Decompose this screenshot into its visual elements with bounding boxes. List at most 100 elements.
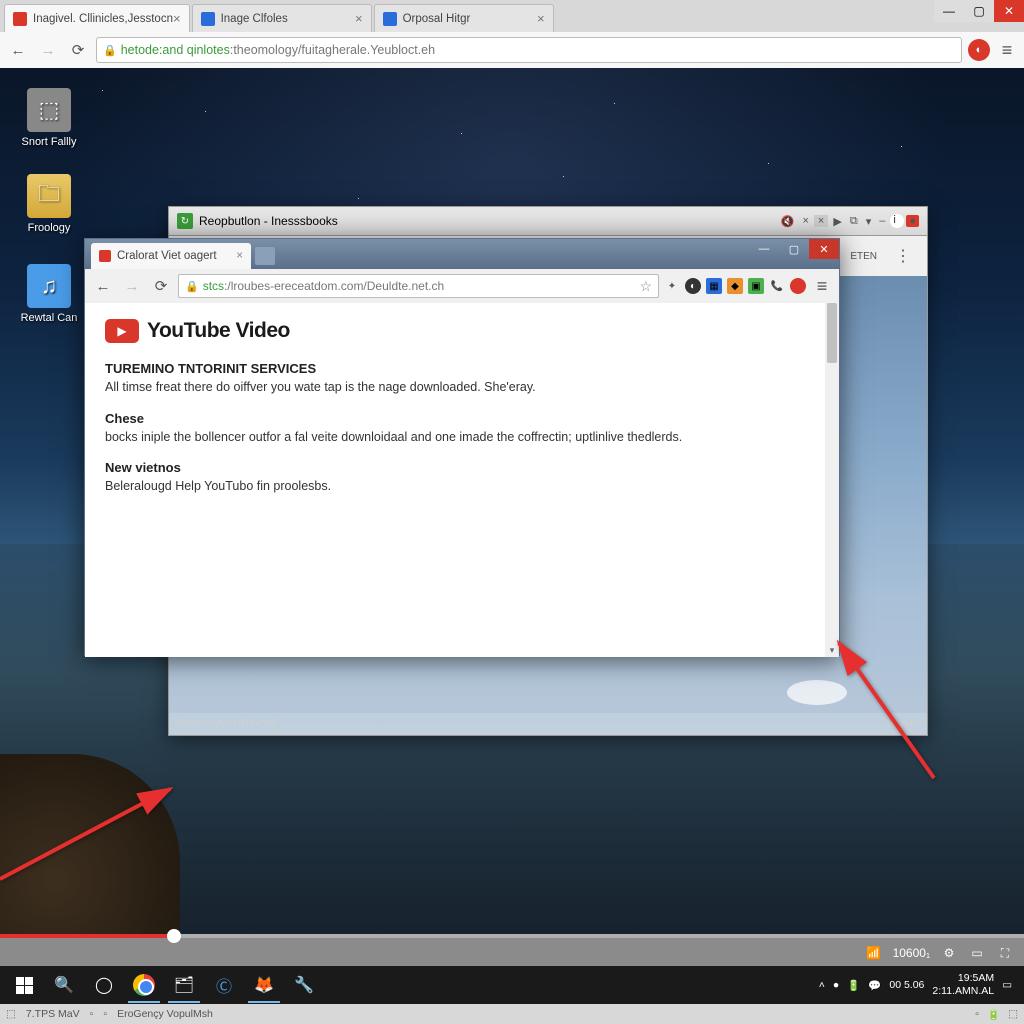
notification-icon[interactable]: ▭ [1002, 979, 1012, 991]
rocks-decoration [0, 754, 180, 934]
main-browser-chrome: — ▢ ✕ Inagivel. Cllinicles,Jesstocn × In… [0, 0, 1024, 68]
address-bar[interactable]: 🔒 hetode: and qinlotes :theomology/fuita… [96, 37, 962, 63]
explorer-taskbar-icon[interactable]: 🗂 [164, 967, 204, 1003]
tray-chevron-icon[interactable]: ˄ [819, 979, 825, 991]
more-icon[interactable]: ⋮ [889, 242, 917, 270]
tab-close-icon[interactable]: × [236, 250, 243, 262]
new-tab-button[interactable] [255, 247, 275, 265]
search-button[interactable]: 🔍 [44, 967, 84, 1003]
media-title-controls: 🔇 × × ▶ ⧉ ▾ – i ● [778, 214, 919, 228]
tray-numbers: 00 5.06 [889, 979, 924, 991]
status-bar: ⬚ 7.TPS MaV ▫ ▫ EroGençy VopulMsh ▫ 🔋 ⬚ [0, 1004, 1024, 1024]
forward-button[interactable]: → [120, 274, 144, 298]
tab-label: Cralorat Viet oagert [117, 250, 217, 262]
icon-label: Froology [14, 222, 84, 234]
desktop-icon-froology[interactable]: 🗀 Froology [14, 174, 84, 234]
ext-icon[interactable]: ▦ [706, 278, 722, 294]
extension-icon[interactable]: ◐ [968, 39, 990, 61]
minimize-icon[interactable]: – [876, 215, 888, 227]
tray-icon[interactable]: ● [833, 979, 839, 991]
rec-badge: ● [906, 215, 919, 227]
scrollbar-thumb[interactable] [827, 303, 837, 363]
url-host: and qinlotes [162, 43, 229, 57]
media-titlebar[interactable]: ↻ Reopbutlon - Inesssbooks 🔇 × × ▶ ⧉ ▾ –… [168, 206, 928, 236]
ext-icon[interactable] [790, 278, 806, 294]
status-icon[interactable]: ▫ [975, 1008, 979, 1021]
ext-icon[interactable]: ✦ [664, 278, 680, 294]
tab-1[interactable]: Inagivel. Cllinicles,Jesstocn × [4, 4, 190, 32]
tab-close-icon[interactable]: × [537, 11, 545, 26]
back-button[interactable]: ← [91, 274, 115, 298]
forward-button[interactable]: → [36, 38, 60, 62]
menu-icon[interactable]: ≡ [996, 39, 1018, 61]
maximize-button[interactable]: ▢ [964, 0, 994, 22]
bookmark-star-icon[interactable]: ☆ [639, 278, 652, 295]
scroll-down-icon[interactable]: ▾ [825, 643, 839, 657]
minimize-button[interactable]: — [749, 239, 779, 259]
favicon-icon [201, 12, 215, 26]
app-taskbar-icon[interactable]: 🦊 [244, 967, 284, 1003]
desktop-icon-snort[interactable]: ⬚ Snort Fallly [14, 88, 84, 148]
lock-icon: 🔒 [103, 44, 117, 57]
tab-close-icon[interactable]: × [173, 11, 181, 26]
ext-icon[interactable]: ▣ [748, 278, 764, 294]
lock-icon: 🔒 [185, 280, 199, 293]
theater-icon[interactable]: ▭ [968, 944, 986, 962]
tab-close-icon[interactable]: × [355, 11, 363, 26]
close-tab-icon[interactable]: × [799, 215, 811, 227]
back-button[interactable]: ← [6, 38, 30, 62]
signal-icon: 📶 [865, 944, 883, 962]
quality-label[interactable]: 10600₁ [893, 946, 930, 960]
app-taskbar-icon[interactable]: Ⓒ [204, 967, 244, 1003]
app-icon: ↻ [177, 213, 193, 229]
close-icon[interactable]: × [814, 215, 828, 227]
time-line-2: 2:11.AMN.AL [932, 985, 994, 998]
clock[interactable]: 19:5AM 2:11.AMN.AL [932, 972, 994, 997]
system-tray: ˄ ● 🔋 💬 00 5.06 19:5AM 2:11.AMN.AL ▭ [819, 972, 1020, 997]
start-button[interactable] [4, 967, 44, 1003]
app-taskbar-icon[interactable]: 🔧 [284, 967, 324, 1003]
cast-icon[interactable]: ⧉ [847, 215, 861, 228]
fullscreen-icon[interactable]: ⛶ [996, 944, 1014, 962]
section-title: Chese [105, 411, 819, 426]
status-icon[interactable]: ⬚ [1008, 1008, 1018, 1021]
ext-icon[interactable]: 📞 [769, 278, 785, 294]
popup-address-bar[interactable]: 🔒 stcs: /lroubes-ereceatdom.com/Deuldte.… [178, 274, 659, 298]
desktop-icon-rewtal[interactable]: ♫ Rewtal Can [14, 264, 84, 324]
tray-icon[interactable]: 💬 [868, 979, 881, 992]
ext-icon[interactable]: ◐ [685, 278, 701, 294]
tab-2[interactable]: Inage Clfoles × [192, 4, 372, 32]
tab-label: Inagivel. Cllinicles,Jesstocn [33, 13, 173, 25]
popup-titlebar[interactable]: Cralorat Viet oagert × — ▢ ✕ [85, 239, 839, 269]
volume-icon[interactable]: ▾ [863, 215, 875, 228]
tab-3[interactable]: Orposal Hitgr × [374, 4, 554, 32]
status-icon: ▫ [103, 1008, 107, 1020]
scrollbar[interactable]: ▾ [825, 303, 839, 657]
main-tab-strip: Inagivel. Cllinicles,Jesstocn × Inage Cl… [0, 0, 1024, 32]
play-icon[interactable]: ▶ [830, 215, 844, 228]
status-right: ▫ 🔋 ⬚ [975, 1008, 1018, 1021]
status-icon[interactable]: 🔋 [987, 1008, 1000, 1021]
info-icon[interactable]: i [890, 214, 904, 228]
chrome-taskbar-icon[interactable] [124, 967, 164, 1003]
play-icon: ▶ [105, 319, 139, 343]
popup-tab[interactable]: Cralorat Viet oagert × [91, 243, 251, 269]
favicon-icon [99, 250, 111, 262]
desktop: ⬚ Snort Fallly 🗀 Froology ♫ Rewtal Can ↻… [0, 68, 1024, 934]
menu-icon[interactable]: ≡ [811, 275, 833, 297]
reload-button[interactable]: ⟳ [66, 38, 90, 62]
reload-button[interactable]: ⟳ [149, 274, 173, 298]
minimize-button[interactable]: — [934, 0, 964, 22]
section-body: All timse freat there do oiffver you wat… [105, 379, 819, 397]
close-button[interactable]: ✕ [994, 0, 1024, 22]
tray-icon[interactable]: 🔋 [847, 979, 860, 992]
settings-icon[interactable]: ⚙ [940, 944, 958, 962]
close-button[interactable]: ✕ [809, 239, 839, 259]
progress-track[interactable] [0, 934, 1024, 938]
maximize-button[interactable]: ▢ [779, 239, 809, 259]
ext-icon[interactable]: ◆ [727, 278, 743, 294]
cortana-button[interactable]: ◯ [84, 967, 124, 1003]
mute-icon[interactable]: 🔇 [778, 215, 798, 228]
progress-thumb[interactable] [167, 929, 181, 943]
status-icon: ▫ [90, 1008, 94, 1020]
